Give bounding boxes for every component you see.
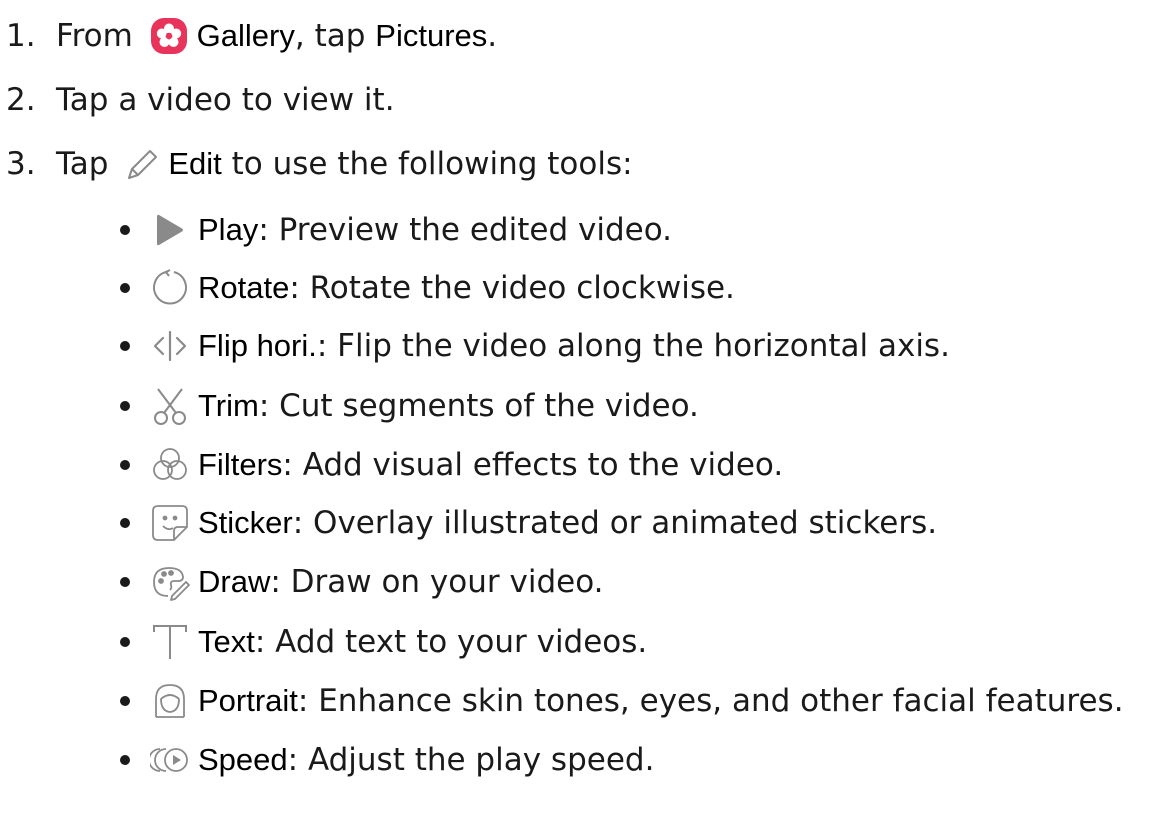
flip-horizontal-icon (150, 326, 190, 366)
filters-icon (150, 445, 190, 485)
step-number: 1. (6, 18, 36, 54)
tool-desc: : Enhance skin tones, eyes, and other fa… (297, 683, 1124, 719)
step-term: Gallery (196, 18, 295, 53)
step-text: Tap (56, 146, 119, 182)
tool-desc: : Add text to your videos. (254, 624, 648, 660)
bullet (120, 401, 130, 411)
step-2: 2. Tap a video to view it. (0, 72, 395, 128)
speed-icon (150, 740, 190, 780)
tool-item-sticker: Sticker : Overlay illustrated or animate… (120, 495, 937, 551)
step-number: 2. (6, 82, 36, 118)
tool-item-portrait: Portrait : Enhance skin tones, eyes, and… (120, 673, 1124, 729)
tool-item-text: Text : Add text to your videos. (120, 614, 647, 670)
tool-desc: : Overlay illustrated or animated sticke… (292, 505, 938, 541)
step-3: 3. Tap Edit to use the following tools: (0, 136, 633, 192)
tool-term: Trim (198, 388, 259, 423)
step-term: Pictures (375, 18, 488, 53)
tool-desc: : Preview the edited video. (258, 212, 672, 248)
gallery-app-icon (149, 16, 189, 56)
step-1: 1. From Gallery , tap Pictures . (0, 8, 497, 64)
tool-item-flip: Flip hori. : Flip the video along the ho… (120, 318, 950, 374)
tool-term: Sticker (198, 505, 293, 540)
bullet (120, 283, 130, 293)
play-icon (150, 210, 190, 250)
step-number: 3. (6, 146, 36, 182)
bullet (120, 637, 130, 647)
tool-desc: : Cut segments of the video. (258, 388, 699, 424)
bullet (120, 696, 130, 706)
step-text: , tap (294, 18, 376, 54)
bullet (120, 225, 130, 235)
tool-item-draw: Draw : Draw on your video. (120, 554, 603, 610)
step-term: Edit (168, 146, 222, 181)
bullet (120, 341, 130, 351)
tool-term: Filters (198, 447, 283, 482)
tool-desc: : Draw on your video. (270, 564, 604, 600)
tool-desc: : Flip the video along the horizontal ax… (316, 328, 950, 364)
text-icon (150, 622, 190, 662)
edit-pencil-icon (122, 144, 162, 184)
tool-desc: : Rotate the video clockwise. (289, 270, 735, 306)
bullet (120, 460, 130, 470)
tool-term: Flip hori. (198, 328, 317, 363)
tool-item-rotate: Rotate : Rotate the video clockwise. (120, 260, 735, 316)
draw-palette-icon (150, 562, 190, 602)
bullet (120, 755, 130, 765)
tool-item-trim: Trim : Cut segments of the video. (120, 378, 699, 434)
step-text: Tap a video to view it. (56, 82, 395, 118)
tool-term: Draw (198, 564, 271, 599)
scissors-icon (150, 386, 190, 426)
tool-desc: : Adjust the play speed. (287, 742, 655, 778)
portrait-icon (150, 681, 190, 721)
tool-term: Text (198, 624, 255, 659)
tool-term: Play (198, 212, 259, 247)
tool-item-play: Play : Preview the edited video. (120, 202, 672, 258)
bullet (120, 577, 130, 587)
step-text: . (487, 18, 498, 54)
tool-desc: : Add visual effects to the video. (282, 447, 784, 483)
tool-item-speed: Speed : Adjust the play speed. (120, 732, 654, 788)
tool-term: Speed (198, 742, 288, 777)
bullet (120, 518, 130, 528)
sticker-icon (150, 503, 190, 543)
step-text: From (56, 18, 143, 54)
tool-item-filters: Filters : Add visual effects to the vide… (120, 437, 783, 493)
step-text: to use the following tools: (221, 146, 633, 182)
rotate-icon (150, 268, 190, 308)
tool-term: Portrait (198, 683, 298, 718)
tool-term: Rotate (198, 270, 290, 305)
